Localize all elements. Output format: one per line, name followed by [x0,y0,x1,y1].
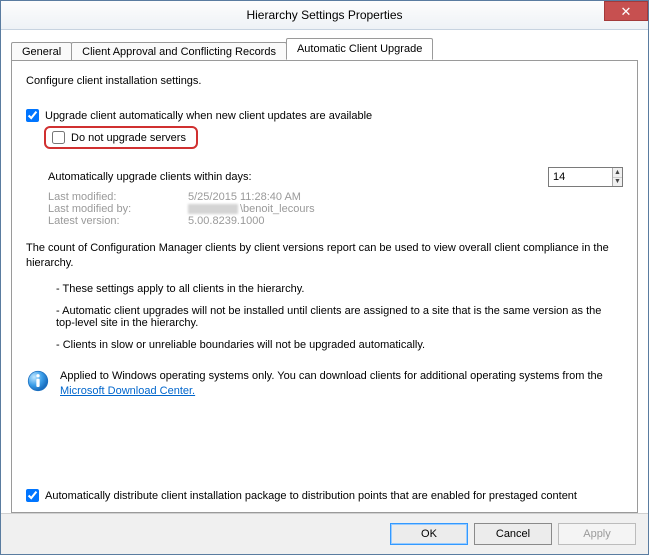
dialog-window: Hierarchy Settings Properties ✕ General … [0,0,649,555]
upgrade-auto-label: Upgrade client automatically when new cl… [45,110,372,122]
info-row: Applied to Windows operating systems onl… [26,369,623,399]
bullet-3: - Clients in slow or unreliable boundari… [56,339,623,351]
meta-grid: Last modified: 5/25/2015 11:28:40 AM Las… [48,191,623,227]
latest-version-label: Latest version: [48,215,188,227]
days-input[interactable] [549,168,612,186]
do-not-upgrade-servers-label: Do not upgrade servers [71,132,186,144]
tab-client-approval[interactable]: Client Approval and Conflicting Records [71,42,287,61]
spinner-down-icon[interactable]: ▼ [613,178,622,187]
tabstrip: General Client Approval and Conflicting … [11,38,638,60]
days-row: Automatically upgrade clients within day… [48,167,623,187]
last-modified-by-value: \benoit_lecours [188,203,315,215]
spinner-up-icon[interactable]: ▲ [613,168,622,178]
info-text: Applied to Windows operating systems onl… [60,369,623,399]
upgrade-auto-checkbox[interactable] [26,109,39,122]
titlebar: Hierarchy Settings Properties ✕ [1,1,648,30]
bullet-1: - These settings apply to all clients in… [56,283,623,295]
button-bar: OK Cancel Apply [1,513,648,554]
days-label: Automatically upgrade clients within day… [48,171,548,183]
last-modified-label: Last modified: [48,191,188,203]
last-modified-value: 5/25/2015 11:28:40 AM [188,191,301,203]
latest-version-value: 5.00.8239.1000 [188,215,264,227]
tab-general[interactable]: General [11,42,72,61]
cancel-button[interactable]: Cancel [474,523,552,545]
auto-distribute-row: Automatically distribute client installa… [26,483,623,502]
ok-button[interactable]: OK [390,523,468,545]
do-not-upgrade-servers-highlight: Do not upgrade servers [44,126,198,149]
close-icon: ✕ [621,5,632,18]
auto-distribute-checkbox[interactable] [26,489,39,502]
days-spinner[interactable]: ▲ ▼ [548,167,623,187]
upgrade-auto-row: Upgrade client automatically when new cl… [26,109,623,122]
dialog-body: General Client Approval and Conflicting … [1,30,648,513]
download-center-link[interactable]: Microsoft Download Center. [60,385,195,397]
do-not-upgrade-servers-checkbox[interactable] [52,131,65,144]
spinner-arrows: ▲ ▼ [612,168,622,186]
info-icon [26,369,50,393]
tab-panel: Configure client installation settings. … [11,60,638,513]
apply-button[interactable]: Apply [558,523,636,545]
description-text: The count of Configuration Manager clien… [26,241,623,271]
close-button[interactable]: ✕ [604,1,648,21]
last-modified-by-label: Last modified by: [48,203,188,215]
tab-automatic-client-upgrade[interactable]: Automatic Client Upgrade [286,38,433,60]
window-title: Hierarchy Settings Properties [1,8,648,22]
intro-text: Configure client installation settings. [26,75,623,87]
auto-distribute-label: Automatically distribute client installa… [45,490,577,502]
bullet-list: - These settings apply to all clients in… [56,283,623,361]
bullet-2: - Automatic client upgrades will not be … [56,305,623,329]
